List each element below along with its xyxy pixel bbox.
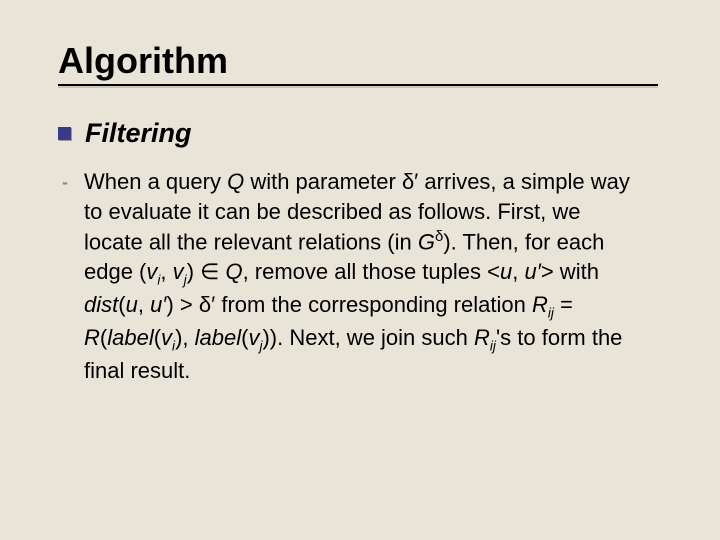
- var-u-prime: u′: [150, 292, 166, 317]
- text-run: )): [262, 325, 277, 350]
- text-run: ,: [138, 292, 150, 317]
- title-block: Algorithm: [58, 40, 660, 88]
- dash-bullet-icon: -: [58, 172, 72, 193]
- var-r: R: [532, 292, 548, 317]
- subhead-text: Filtering: [85, 118, 192, 149]
- var-v: v: [248, 325, 259, 350]
- subhead-line: Filtering: [58, 118, 660, 149]
- text-run: =: [554, 292, 573, 317]
- text-run: >: [174, 292, 199, 317]
- var-q: Q: [227, 169, 244, 194]
- text-run: from the corresponding relation: [215, 292, 532, 317]
- text-run: . Next, we join such: [277, 325, 474, 350]
- text-run: When a query: [84, 169, 227, 194]
- text-run: (: [154, 325, 161, 350]
- text-run: ): [187, 259, 200, 284]
- body-line: - When a query Q with parameter δ′ arriv…: [58, 167, 660, 386]
- fn-label: label: [107, 325, 153, 350]
- var-delta-prime: δ′: [199, 292, 215, 317]
- fn-label: label: [195, 325, 241, 350]
- var-r: R: [84, 325, 100, 350]
- text-run: ,: [512, 259, 524, 284]
- slide: Algorithm Filtering - When a query Q wit…: [0, 0, 720, 540]
- slide-title: Algorithm: [58, 40, 660, 82]
- var-u: u: [500, 259, 512, 284]
- var-g: G: [418, 229, 435, 254]
- text-run: > with: [541, 259, 599, 284]
- title-underline-shadow: [58, 86, 658, 88]
- content-area: Filtering - When a query Q with paramete…: [58, 118, 660, 386]
- text-run: ,: [160, 259, 172, 284]
- text-run: with parameter: [244, 169, 402, 194]
- square-bullet-icon: [58, 127, 71, 140]
- var-v: v: [173, 259, 184, 284]
- var-delta-prime: δ′: [402, 169, 418, 194]
- body-paragraph: When a query Q with parameter δ′ arrives…: [84, 167, 644, 386]
- text-run: , remove all those tuples <: [243, 259, 500, 284]
- var-u: u: [126, 292, 138, 317]
- text-run: ,: [182, 325, 194, 350]
- text-run: ): [166, 292, 173, 317]
- text-run: (: [118, 292, 125, 317]
- var-r: R: [474, 325, 490, 350]
- var-v: v: [146, 259, 157, 284]
- var-q: Q: [225, 259, 242, 284]
- element-of-symbol: ∈: [200, 259, 219, 284]
- fn-dist: dist: [84, 292, 118, 317]
- var-u-prime: u′: [524, 259, 540, 284]
- var-v: v: [161, 325, 172, 350]
